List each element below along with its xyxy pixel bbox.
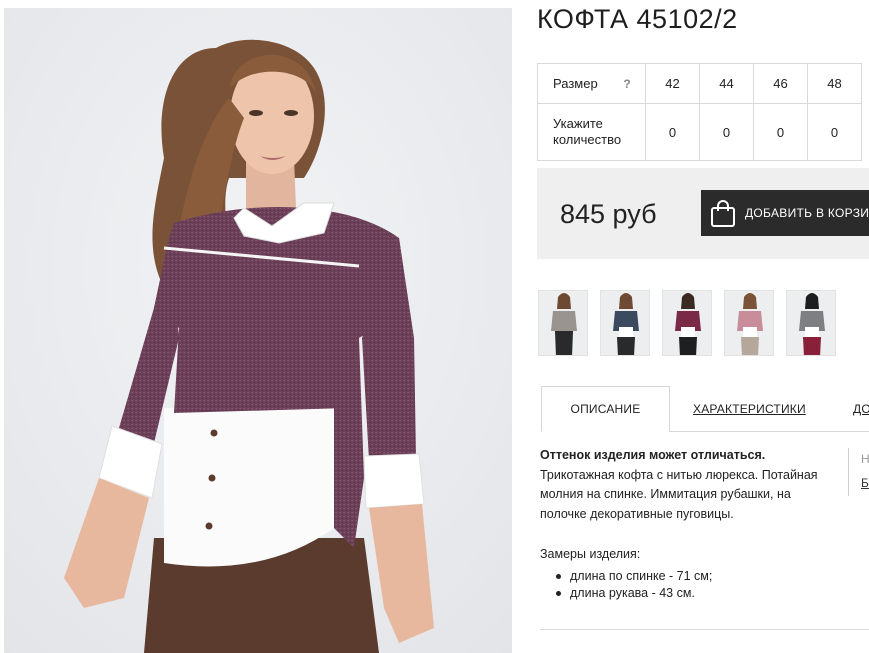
thumbnail-grey-black[interactable] — [786, 290, 836, 356]
thumbnail-navy[interactable] — [600, 290, 650, 356]
description: Оттенок изделия может отличаться. Трикот… — [540, 446, 840, 524]
tab-delivery[interactable]: ДОСТАВКА — [853, 386, 869, 432]
price: 845 руб — [560, 199, 657, 229]
thumbnail-bordeaux[interactable] — [662, 290, 712, 356]
side-link[interactable]: Б — [861, 476, 869, 490]
color-thumbnails — [538, 290, 836, 356]
measures-title: Замеры изделия: — [540, 547, 641, 561]
add-to-cart-label: ДОБАВИТЬ В КОРЗИНУ — [745, 206, 869, 220]
size-42: 42 — [645, 63, 700, 104]
description-text: Трикотажная кофта с нитью люрекса. Потай… — [540, 467, 818, 521]
side-divider — [848, 448, 849, 496]
price-box: 845 руб ДОБАВИТЬ В КОРЗИНУ — [537, 168, 869, 259]
thumbnail-image — [675, 293, 701, 355]
product-info: КОФТА 45102/2 Размер ? 42 44 46 48 Укажи… — [537, 0, 869, 653]
thumbnail-grey[interactable] — [538, 290, 588, 356]
product-title: КОФТА 45102/2 — [537, 4, 738, 34]
size-table: Размер ? 42 44 46 48 Укажите количество … — [537, 63, 862, 161]
size-label-cell: Размер ? — [537, 63, 646, 104]
side-heading: Н — [861, 452, 869, 466]
quantity-label: Укажите количество — [537, 103, 646, 161]
thumb-top — [551, 311, 577, 331]
list-item: длина по спинке - 71 см; — [556, 568, 712, 585]
size-label: Размер — [553, 75, 598, 91]
description-note: Оттенок изделия может отличаться. — [540, 448, 766, 462]
thumbnail-image — [551, 293, 577, 355]
size-48: 48 — [807, 63, 862, 104]
help-icon[interactable]: ? — [623, 76, 630, 92]
thumbnail-pink[interactable] — [724, 290, 774, 356]
thumbnail-image — [737, 293, 763, 355]
tab-characteristics[interactable]: ХАРАКТЕРИСТИКИ — [693, 386, 806, 432]
product-photo[interactable] — [4, 8, 512, 653]
add-to-cart-button[interactable]: ДОБАВИТЬ В КОРЗИНУ — [701, 190, 869, 236]
size-46: 46 — [753, 63, 808, 104]
product-tabs: ОПИСАНИЕ ХАРАКТЕРИСТИКИ ДОСТАВКА — [541, 386, 869, 432]
size-44: 44 — [699, 63, 754, 104]
tab-description[interactable]: ОПИСАНИЕ — [541, 386, 670, 432]
list-item: длина рукава - 43 см. — [556, 585, 712, 602]
thumbnail-image — [799, 293, 825, 355]
measures-list: длина по спинке - 71 см; длина рукава - … — [556, 568, 712, 602]
thumbnail-image — [613, 293, 639, 355]
model-illustration — [4, 8, 512, 653]
quantity-field-46[interactable]: 0 — [753, 103, 808, 161]
divider — [540, 629, 869, 630]
shopping-bag-icon — [711, 200, 735, 227]
quantity-field-42[interactable]: 0 — [645, 103, 700, 161]
quantity-field-48[interactable]: 0 — [807, 103, 862, 161]
quantity-field-44[interactable]: 0 — [699, 103, 754, 161]
